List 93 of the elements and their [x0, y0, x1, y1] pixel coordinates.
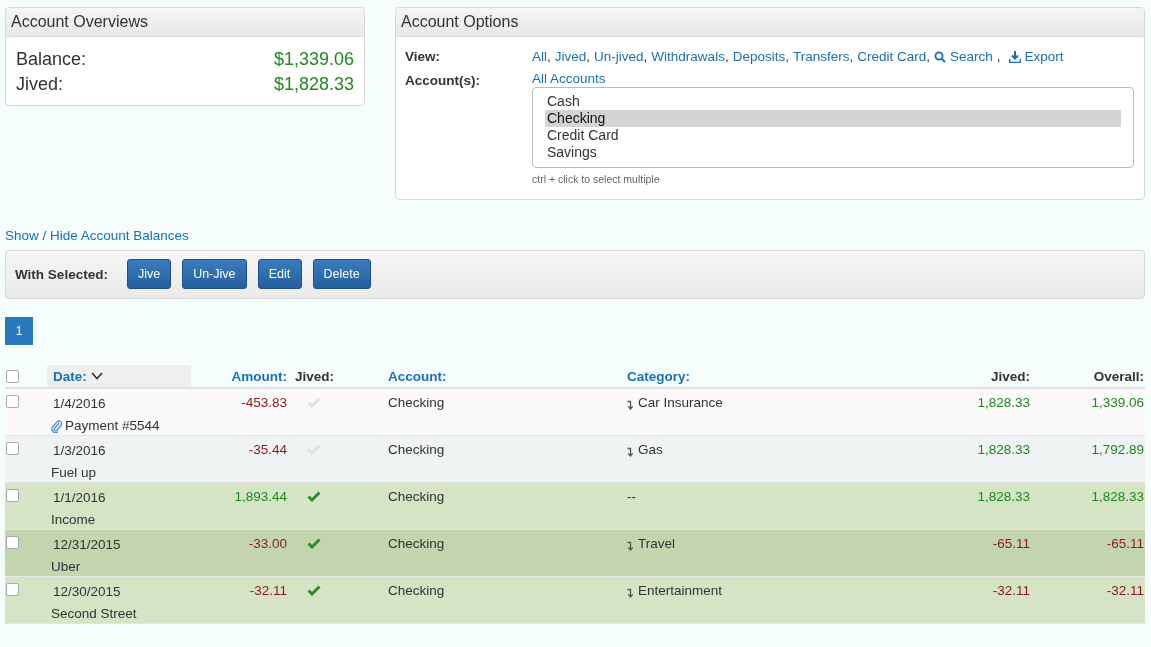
overview-value: $1,828.33 [273, 73, 354, 96]
action-button[interactable]: Un-Jive [182, 259, 247, 289]
separator-text: , [586, 48, 591, 66]
search-icon [934, 51, 947, 63]
check-icon[interactable] [307, 585, 321, 596]
account-text: Checking [388, 583, 445, 598]
overall-balance-text: 1,792.89 [1091, 442, 1144, 457]
account-text: Checking [388, 536, 445, 551]
category-text: Travel [638, 536, 675, 551]
date-text: 12/30/2015 [53, 583, 122, 601]
transaction-row[interactable]: 1/3/2016 Fuel up -35.44 Checking Gas 1,828.33 1,792.89 [5, 436, 1145, 483]
account-text: Checking [388, 395, 445, 410]
date-text: 1/1/2016 [53, 489, 107, 507]
jived-total-text: 1,828.33 [977, 442, 1030, 457]
overview-value: $1,339.06 [273, 48, 354, 71]
transaction-row[interactable]: 12/30/2015 Second Street -32.11 Checking Entertainment -32.11 -32.11 [5, 577, 1145, 624]
row-checkbox[interactable] [6, 395, 19, 408]
memo-text: Payment #5544 [65, 417, 160, 435]
filter-link[interactable]: All [532, 47, 547, 67]
bulk-label: With Selected: [15, 266, 108, 282]
category-text: -- [627, 489, 636, 504]
overall-balance-text: -32.11 [1106, 583, 1144, 598]
column-header[interactable]: Account: [388, 368, 447, 384]
select-all-checkbox[interactable] [6, 369, 19, 383]
filter-link[interactable]: Search [934, 47, 993, 67]
download-icon [1008, 51, 1021, 63]
overview-label: Jived: [16, 73, 64, 96]
filter-link[interactable]: Un-jived [594, 47, 644, 67]
row-checkbox[interactable] [6, 489, 19, 502]
separator-text: , [849, 48, 854, 66]
panel-title: Account Overviews [6, 8, 364, 37]
amount-text: -453.83 [241, 395, 287, 410]
account-text: Checking [388, 442, 445, 457]
amount-text: -33.00 [248, 536, 287, 551]
memo-text: Fuel up [51, 464, 97, 482]
filter-link[interactable]: Export [1008, 47, 1064, 67]
category-text: Entertainment [638, 583, 723, 598]
date-text: 1/3/2016 [53, 442, 107, 460]
account-option[interactable]: Credit Card [545, 127, 1121, 144]
account-listbox[interactable]: Cash Checking Credit Card Savings [532, 87, 1134, 168]
overall-balance-text: 1,828.33 [1091, 489, 1144, 504]
column-header[interactable]: Category: [627, 368, 690, 384]
panel-title: Account Options [396, 8, 1144, 37]
category-text: Gas [638, 442, 663, 457]
transaction-row[interactable]: 1/4/2016 Payment #5544 -453.83 Checking Car Insurance 1,828.33 1,339.06 [5, 389, 1145, 436]
amount-text: -32.11 [249, 583, 287, 598]
column-header[interactable]: Amount: [231, 368, 287, 384]
separator-text: , [996, 48, 1001, 66]
memo-text: Second Street [51, 605, 137, 623]
overall-balance-text: -65.11 [1106, 536, 1144, 551]
date-text: 12/31/2015 [53, 536, 122, 554]
memo-text: Uber [51, 558, 81, 576]
account-option[interactable]: Checking [545, 110, 1121, 127]
transaction-row[interactable]: 12/31/2015 Uber -33.00 Checking Travel -65.11 -65.11 [5, 530, 1145, 577]
all-accounts-link[interactable]: All Accounts [532, 71, 606, 86]
page-button[interactable]: 1 [5, 317, 33, 345]
separator-text: , [785, 48, 789, 66]
view-label: View: [405, 48, 441, 66]
row-checkbox[interactable] [6, 536, 19, 549]
amount-text: 1,893.44 [234, 489, 287, 504]
jived-total-text: -32.11 [992, 583, 1030, 598]
check-icon[interactable] [307, 538, 321, 549]
separator-text: , [926, 48, 931, 66]
separator-text: , [547, 48, 551, 66]
help-text: ctrl + click to select multiple [532, 173, 660, 185]
jived-total-text: 1,828.33 [977, 395, 1030, 410]
check-icon[interactable] [307, 491, 321, 502]
action-button[interactable]: Delete [312, 259, 371, 289]
account-option[interactable]: Cash [545, 93, 1121, 110]
account-text: Checking [388, 489, 445, 504]
memo-text: Income [51, 511, 96, 529]
toggle-balances-link[interactable]: Show / Hide Account Balances [5, 228, 189, 243]
amount-text: -35.44 [248, 442, 287, 457]
row-checkbox[interactable] [6, 583, 19, 596]
date-text: 1/4/2016 [53, 395, 107, 413]
category-text: Car Insurance [638, 395, 723, 410]
separator-text: , [724, 48, 729, 66]
jived-total-text: -65.11 [992, 536, 1030, 551]
separator-text: , [643, 48, 648, 66]
action-button[interactable]: Jive [126, 259, 172, 289]
chevron-down-icon [90, 372, 103, 380]
jived-total-text: 1,828.33 [977, 489, 1030, 504]
action-button[interactable]: Edit [257, 259, 302, 289]
column-header: Overall: [1093, 368, 1144, 384]
filter-link[interactable]: Withdrawals [651, 47, 725, 67]
row-checkbox[interactable] [6, 442, 19, 455]
column-header: Jived: [990, 368, 1030, 384]
overall-balance-text: 1,339.06 [1091, 395, 1144, 410]
overview-label: Balance: [16, 48, 87, 71]
column-header: Jived: [295, 368, 335, 384]
transaction-row[interactable]: 1/1/2016 Income 1,893.44 Checking -- 1,828.33 1,828.33 [5, 483, 1145, 530]
accounts-label: Account(s): [405, 72, 481, 90]
account-option[interactable]: Savings [545, 144, 1121, 161]
